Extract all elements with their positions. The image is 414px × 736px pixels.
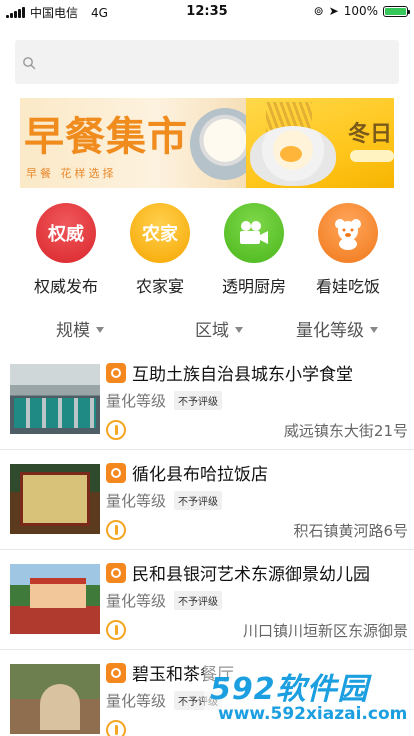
caret-down-icon — [370, 326, 378, 333]
filter-label: 规模 — [56, 321, 90, 341]
banner-season-title: 冬日 — [348, 122, 393, 147]
category-farm-feast[interactable]: 农家 农家宴 — [113, 200, 207, 297]
status-bar: 中国电信 4G 12:35 ⊚ ➤ 100% — [0, 0, 414, 22]
site-watermark: 592软件园 www.592xiazai.com — [204, 660, 414, 736]
caret-down-icon — [235, 326, 243, 333]
list-item[interactable]: 循化县布哈拉饭店 量化等级 不予评级 积石镇黄河路6号 — [0, 450, 414, 550]
grade-row: 量化等级 不予评级 — [106, 490, 223, 511]
restaurant-icon — [106, 462, 126, 483]
canteen-thumbnail — [10, 364, 100, 434]
restaurant-icon — [106, 362, 126, 383]
grade-badge: 不予评级 — [174, 491, 223, 510]
grade-label: 量化等级 — [106, 392, 167, 410]
battery-percent: 100% — [343, 4, 378, 18]
watermark-url: www.592xiazai.com — [218, 704, 408, 724]
category-transparent-kitchen[interactable]: 透明厨房 — [207, 200, 301, 297]
filter-label: 区域 — [195, 321, 229, 341]
restaurant-icon — [106, 662, 126, 683]
status-right: ⊚ ➤ 100% — [313, 4, 410, 18]
banner-subtitle: 早餐 花样选择 — [26, 167, 117, 180]
egg-image — [280, 146, 302, 162]
filter-region[interactable]: 区域 — [195, 316, 243, 341]
spoon-icon — [106, 620, 126, 640]
grade-label: 量化等级 — [106, 492, 167, 510]
caret-down-icon — [96, 326, 104, 333]
item-address: 川口镇川垣新区东源御景 — [242, 622, 408, 640]
item-title-row: 互助土族自治县城东小学食堂 — [106, 360, 353, 385]
spoon-icon — [106, 520, 126, 540]
item-title-row: 循化县布哈拉饭店 — [106, 460, 268, 485]
search-input[interactable] — [15, 40, 399, 84]
grade-label: 量化等级 — [106, 592, 167, 610]
category-grid: 权威 权威发布 农家 农家宴 透明厨房 看娃吃饭 — [0, 200, 414, 300]
grade-label: 量化等级 — [106, 692, 167, 710]
teddy-bear-icon — [318, 203, 378, 263]
spoon-icon — [106, 720, 126, 736]
rotation-lock-icon: ⊚ — [313, 4, 324, 18]
grade-badge: 不予评级 — [174, 391, 223, 410]
banner-title: 早餐集市 — [24, 114, 188, 160]
item-title-row: 民和县银河艺术东源御景幼儿园 — [106, 560, 370, 585]
grade-row: 量化等级 不予评级 — [106, 590, 223, 611]
restaurant-thumbnail — [10, 664, 100, 734]
authority-icon-text: 权威 — [48, 224, 84, 245]
item-name: 互助土族自治县城东小学食堂 — [132, 365, 353, 385]
item-name: 民和县银河艺术东源御景幼儿园 — [132, 565, 370, 585]
list-item[interactable]: 互助土族自治县城东小学食堂 量化等级 不予评级 威远镇东大街21号 — [0, 350, 414, 450]
authority-icon: 权威 — [36, 203, 96, 263]
category-authority[interactable]: 权威 权威发布 — [19, 200, 113, 297]
grade-badge: 不予评级 — [174, 591, 223, 610]
list-item[interactable]: 民和县银河艺术东源御景幼儿园 量化等级 不予评级 川口镇川垣新区东源御景 — [0, 550, 414, 650]
filter-label: 量化等级 — [296, 321, 364, 341]
promo-banner[interactable]: 早餐集市 早餐 花样选择 冬日 — [20, 98, 394, 188]
spoon-icon — [106, 420, 126, 440]
search-bar[interactable] — [15, 40, 399, 84]
location-icon: ➤ — [328, 4, 339, 18]
restaurant-icon — [106, 562, 126, 583]
video-camera-icon — [224, 203, 284, 263]
item-address: 积石镇黄河路6号 — [293, 522, 408, 540]
category-label: 权威发布 — [33, 277, 98, 296]
farm-feast-icon-text: 农家 — [142, 224, 178, 245]
category-label: 农家宴 — [135, 277, 184, 296]
category-label: 透明厨房 — [221, 277, 286, 296]
restaurant-thumbnail — [10, 464, 100, 534]
farm-feast-icon: 农家 — [130, 203, 190, 263]
category-kids-meals[interactable]: 看娃吃饭 — [301, 200, 395, 297]
battery-icon — [383, 5, 410, 17]
filter-scale[interactable]: 规模 — [56, 316, 104, 341]
grade-row: 量化等级 不予评级 — [106, 390, 223, 411]
item-name: 循化县布哈拉饭店 — [132, 465, 268, 485]
banner-stripe — [350, 150, 394, 162]
item-address: 威远镇东大街21号 — [283, 422, 408, 440]
watermark-brand: 592软件园 — [210, 672, 369, 707]
category-label: 看娃吃饭 — [315, 277, 380, 296]
search-icon — [23, 57, 36, 70]
banner-slide-breakfast[interactable]: 早餐集市 早餐 花样选择 — [20, 98, 260, 188]
kindergarten-thumbnail — [10, 564, 100, 634]
banner-slide-winter[interactable]: 冬日 — [246, 98, 394, 188]
filter-grade[interactable]: 量化等级 — [296, 316, 378, 341]
filter-bar: 规模 区域 量化等级 — [0, 310, 414, 344]
